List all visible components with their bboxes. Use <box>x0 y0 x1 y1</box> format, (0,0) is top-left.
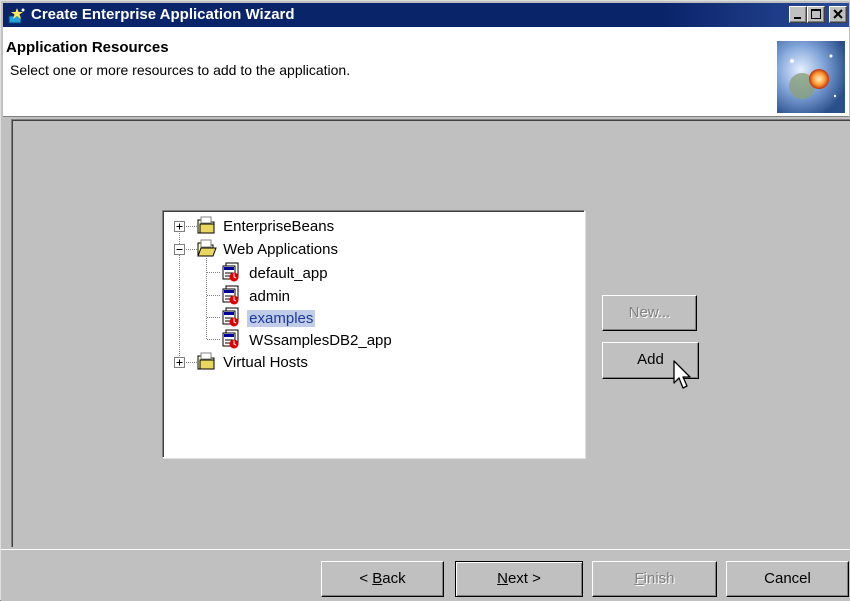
new-button[interactable]: New... <box>602 295 697 331</box>
web-app-icon <box>222 285 239 305</box>
minus-icon <box>176 249 183 250</box>
resource-tree[interactable]: EnterpriseBeans Web Applications default… <box>162 210 585 458</box>
app-icon <box>8 8 25 24</box>
mouse-cursor-icon <box>673 360 691 389</box>
maximize-icon <box>811 9 821 19</box>
folder-icon <box>197 216 215 234</box>
folder-icon <box>197 352 215 370</box>
maximize-button[interactable] <box>807 6 825 23</box>
wizard-header: Application Resources Select one or more… <box>3 27 849 117</box>
tree-node-enterprisebeans[interactable]: EnterpriseBeans <box>197 216 336 238</box>
tree-node-virtual-hosts[interactable]: Virtual Hosts <box>197 352 310 374</box>
tree-node-admin[interactable]: admin <box>221 285 292 307</box>
plus-icon <box>176 223 183 230</box>
close-button[interactable] <box>829 6 847 23</box>
tree-node-default-app[interactable]: default_app <box>221 262 330 284</box>
web-app-icon <box>222 262 239 282</box>
wizard-logo-icon <box>777 41 845 113</box>
web-app-icon <box>222 307 239 327</box>
tree-node-examples[interactable]: examples <box>221 307 316 329</box>
close-icon <box>833 9 843 19</box>
title-bar[interactable]: Create Enterprise Application Wizard <box>3 3 849 27</box>
tree-node-web-applications[interactable]: Web Applications <box>197 239 340 261</box>
page-subtitle: Select one or more resources to add to t… <box>10 62 351 78</box>
cancel-button[interactable]: Cancel <box>726 561 849 597</box>
expand-enterprisebeans-button[interactable] <box>174 221 185 232</box>
plus-icon <box>176 359 183 366</box>
open-folder-icon <box>197 239 217 257</box>
collapse-web-applications-button[interactable] <box>174 244 185 255</box>
next-button[interactable]: Next > <box>455 561 583 597</box>
back-button[interactable]: < Back <box>321 561 444 597</box>
finish-button[interactable]: Finish <box>592 561 717 597</box>
tree-node-wssamplesdb2-app[interactable]: WSsamplesDB2_app <box>221 329 394 351</box>
page-title: Application Resources <box>6 39 169 56</box>
wizard-window: Create Enterprise Application Wizard App… <box>0 0 850 601</box>
web-app-icon <box>222 329 239 349</box>
minimize-icon <box>794 17 801 19</box>
minimize-button[interactable] <box>789 6 807 23</box>
expand-virtual-hosts-button[interactable] <box>174 357 185 368</box>
window-title: Create Enterprise Application Wizard <box>31 6 295 23</box>
